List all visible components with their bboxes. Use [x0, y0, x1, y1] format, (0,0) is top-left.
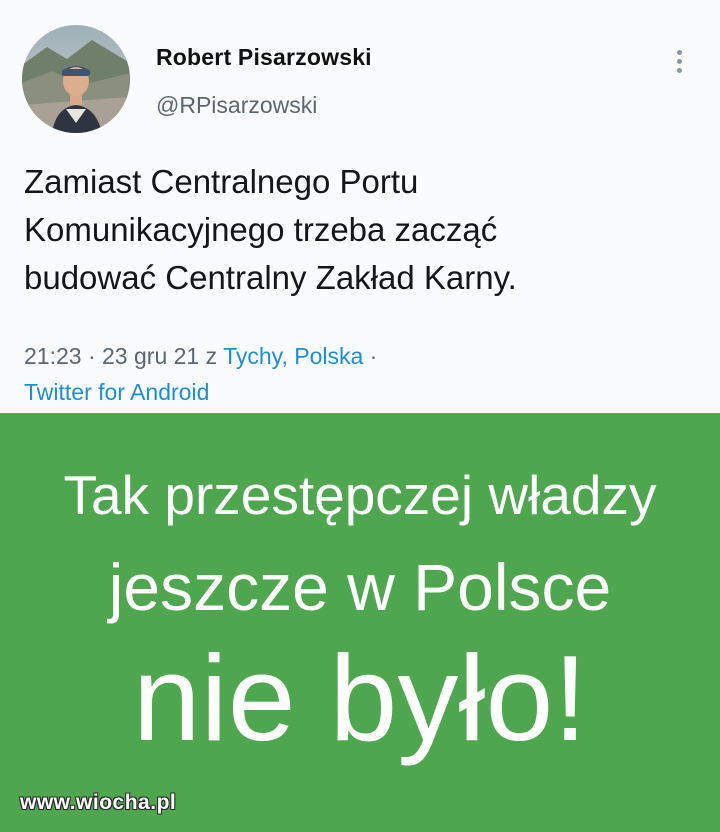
slogan-banner: Tak przestępczej władzy jeszcze w Polsce…	[0, 413, 720, 832]
tweet-text-line: Zamiast Centralnego Portu	[24, 163, 419, 200]
author-name[interactable]: Robert Pisarzowski	[156, 44, 372, 71]
source-link[interactable]: Twitter for Android	[24, 379, 209, 405]
tweet-meta: 21:23 · 23 gru 21 z Tychy, Polska · Twit…	[24, 338, 704, 410]
more-vertical-icon[interactable]	[668, 42, 690, 82]
author-handle[interactable]: @RPisarzowski	[156, 92, 317, 119]
location-link[interactable]: Tychy, Polska	[223, 343, 363, 369]
tweet-time: 21:23	[24, 343, 82, 369]
slogan-line-1: Tak przestępczej władzy	[63, 464, 657, 526]
separator-dot: ·	[87, 343, 103, 369]
watermark: www.wiocha.pl	[20, 791, 177, 814]
tweet-text-line: Komunikacyjnego trzeba zacząć	[24, 211, 498, 248]
avatar-photo	[22, 25, 130, 133]
tweet-date: 23 gru 21	[102, 343, 200, 369]
slogan-line-2: jeszcze w Polsce	[108, 550, 612, 624]
separator-dot: ·	[369, 343, 378, 369]
slogan-line-3: nie było!	[132, 630, 588, 766]
avatar[interactable]	[22, 25, 130, 133]
tweet-card: Robert Pisarzowski @RPisarzowski Zamiast…	[0, 0, 720, 413]
tweet-text: Zamiast Centralnego Portu Komunikacyjneg…	[24, 158, 704, 302]
tweet-text-line: budować Centralny Zakład Karny.	[24, 259, 517, 296]
location-prefix: z	[205, 343, 224, 369]
